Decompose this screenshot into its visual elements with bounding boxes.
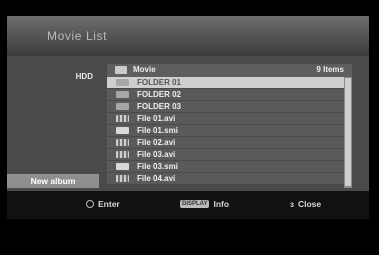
item-label: File 01.smi [137,126,178,135]
display-button-icon: DISPLAY [180,200,210,208]
info-hint: DISPLAY Info [180,199,229,209]
folder-icon [116,103,129,110]
list-header: Movie 9 Items [107,64,352,77]
page-title: Movie List [47,29,108,43]
close-label: Close [297,199,322,209]
subtitle-icon [116,163,129,170]
list-item[interactable]: File 03.smi [107,161,344,172]
item-label: File 03.avi [137,150,176,159]
file-list: Movie 9 Items FOLDER 01 FOLDER 02 FOLDER… [107,64,352,188]
scrollbar-thumb[interactable] [345,78,351,186]
item-label: File 01.avi [137,114,176,123]
item-label: FOLDER 03 [137,102,182,111]
item-label: File 04.avi [137,174,176,183]
list-item[interactable]: FOLDER 02 [107,89,344,100]
movie-icon [116,139,129,146]
list-item[interactable]: File 01.avi [107,113,344,124]
item-label: File 03.smi [137,162,178,171]
item-label: File 02.avi [137,138,176,147]
close-icon: ɜ [290,199,294,209]
content-area: HDD New album Movie 9 Items FOLDER 01 FO… [7,56,369,191]
list-item[interactable]: File 04.avi [107,173,344,184]
item-label: FOLDER 02 [137,90,182,99]
movie-icon [116,175,129,182]
folder-icon [116,79,129,86]
left-panel: HDD New album [7,56,99,191]
title-bar: Movie List [7,16,369,56]
footer-bar: Enter DISPLAY Info ɜ Close [7,191,369,219]
folder-icon [116,91,129,98]
enter-label: Enter [98,199,120,209]
list-item[interactable]: FOLDER 03 [107,101,344,112]
list-item[interactable]: File 01.smi [107,125,344,136]
list-item[interactable]: File 02.avi [107,137,344,148]
device-label: HDD [75,72,93,81]
movie-icon [116,151,129,158]
list-item[interactable]: FOLDER 01 [107,77,344,88]
movie-list-screen: Movie List HDD New album Movie 9 Items F… [0,0,379,255]
folder-icon [115,66,127,74]
info-label: Info [213,199,230,209]
scrollbar[interactable] [344,77,352,188]
item-label: FOLDER 01 [137,78,182,87]
movie-icon [116,115,129,122]
enter-hint: Enter [86,199,120,209]
close-hint: ɜ Close [290,199,321,209]
list-item[interactable]: File 03.avi [107,149,344,160]
new-album-button[interactable]: New album [7,174,99,188]
enter-icon [86,200,94,208]
item-count: 9 Items [316,65,344,74]
subtitle-icon [116,127,129,134]
list-body: FOLDER 01 FOLDER 02 FOLDER 03 File 01.av… [107,77,352,188]
list-title: Movie [133,65,156,74]
